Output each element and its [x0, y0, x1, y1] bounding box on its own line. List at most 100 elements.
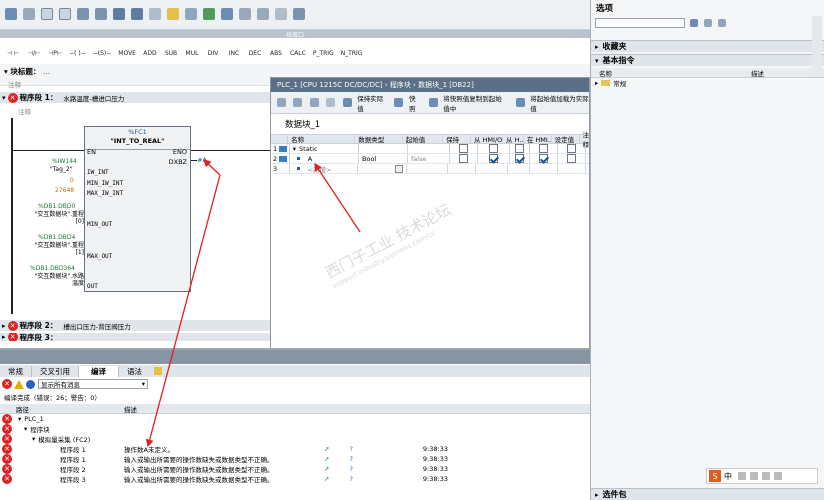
- ladder-btn-15[interactable]: N_TRIG: [339, 45, 365, 61]
- table-row[interactable]: ✕ 程序段 3 输入或输出所需要的操作数缺失或数据类型不正确。 ➚ ? 9:38…: [0, 474, 590, 484]
- operand-0-tag[interactable]: "Tag_2": [50, 166, 73, 173]
- operand-5-tag[interactable]: "交互数据块".水路温度: [32, 273, 84, 287]
- col-retain[interactable]: 保持: [443, 135, 471, 144]
- zoom-icon[interactable]: [184, 6, 200, 22]
- hmi3-checkbox[interactable]: [539, 154, 549, 163]
- ladder-btn-10[interactable]: INC: [225, 45, 243, 61]
- monitor-icon[interactable]: [202, 6, 218, 22]
- table-row[interactable]: 1 ▾ Static: [271, 144, 589, 154]
- goto-arrow-icon[interactable]: ➚: [324, 475, 329, 483]
- help-icon[interactable]: ?: [349, 475, 352, 483]
- tab-syntax[interactable]: 语法: [119, 366, 150, 377]
- delete-network-icon[interactable]: [22, 6, 38, 22]
- network3-header[interactable]: ▸ ✕ 程序段 3：: [0, 333, 270, 341]
- help-icon[interactable]: ?: [349, 445, 352, 453]
- filter-icon[interactable]: [717, 15, 729, 31]
- ladder-btn-12[interactable]: ABS: [267, 45, 285, 61]
- insert-row-icon[interactable]: [40, 6, 56, 22]
- load-start-button[interactable]: 将起始值加载为实际值: [530, 93, 589, 113]
- tree-row[interactable]: ✕ ▾ 模拟量采集 (FC2): [0, 434, 590, 444]
- hmi1-checkbox[interactable]: [488, 154, 498, 163]
- table-row[interactable]: 2 A Bool false: [271, 154, 589, 164]
- add-new-row[interactable]: <新增>: [308, 164, 332, 174]
- ladder-btn-7[interactable]: SUB: [162, 45, 180, 61]
- tab-cross-ref[interactable]: 交叉引用: [32, 365, 79, 377]
- ime-tool-icon[interactable]: [738, 472, 746, 480]
- collapse-arrow-icon[interactable]: ▸: [595, 79, 598, 87]
- ladder-btn-8[interactable]: MUL: [183, 45, 201, 61]
- collapse-arrow-icon[interactable]: ▸: [2, 333, 6, 341]
- type-dropdown-icon[interactable]: [394, 164, 403, 173]
- copy-snapshot-icon[interactable]: [427, 95, 441, 111]
- load-start-icon[interactable]: [514, 95, 528, 111]
- col-comment[interactable]: 注释: [580, 131, 590, 149]
- ime-bar[interactable]: S 中: [706, 468, 818, 484]
- goto-arrow-icon[interactable]: ➚: [324, 445, 329, 453]
- tab-general[interactable]: 常规: [0, 365, 32, 377]
- tree-row[interactable]: ✕ ▾ 程序块: [0, 424, 590, 434]
- next-error-icon[interactable]: [256, 6, 272, 22]
- db-tool-icon[interactable]: [275, 95, 289, 111]
- col-desc[interactable]: 描述: [749, 68, 764, 78]
- ladder-btn-5[interactable]: MOVE: [116, 45, 138, 61]
- row-name[interactable]: A: [308, 155, 312, 163]
- db-tool-icon[interactable]: [291, 95, 305, 111]
- filter-select[interactable]: 显示所有消息 ▾: [38, 379, 148, 389]
- absolute-icon[interactable]: [148, 6, 164, 22]
- help-icon[interactable]: ?: [349, 455, 352, 463]
- expand-arrow-icon[interactable]: ▾: [293, 145, 296, 153]
- operand-2[interactable]: 27648: [55, 187, 74, 194]
- operand-3-tag[interactable]: "交互数据块".重程[0]: [32, 211, 84, 225]
- search-icon[interactable]: [689, 15, 701, 31]
- retain-checkbox[interactable]: [458, 154, 468, 163]
- operand-1[interactable]: 0: [70, 177, 74, 184]
- ladder-btn-1[interactable]: ⊣/⊢: [25, 45, 43, 61]
- retain-checkbox[interactable]: [458, 144, 468, 153]
- hmi2-checkbox[interactable]: [515, 154, 525, 163]
- tree-row[interactable]: ✕ ▾ PLC_1: [0, 414, 590, 424]
- fb-out-value[interactable]: #A: [197, 156, 207, 164]
- col-hmi3[interactable]: 在 HMI...: [524, 135, 552, 143]
- table-row[interactable]: ✕ 程序段 2 输入或输出所需要的操作数缺失或数据类型不正确。 ➚ ? 9:38…: [0, 464, 590, 474]
- retain-button[interactable]: 保持实际值: [357, 93, 386, 113]
- info-filter-icon[interactable]: [26, 379, 35, 389]
- view-icon[interactable]: [703, 15, 715, 31]
- network2-title[interactable]: 槽出口压力-背压阀压力: [63, 321, 130, 331]
- collapse-arrow-icon[interactable]: ▸: [2, 322, 6, 330]
- collapse-arrow-icon[interactable]: ▸: [595, 491, 599, 499]
- ladder-btn-11[interactable]: DEC: [246, 45, 264, 61]
- ladder-btn-9[interactable]: DIV: [204, 45, 222, 61]
- setpoint-checkbox[interactable]: [567, 154, 577, 163]
- prev-error-icon[interactable]: [238, 6, 254, 22]
- col-name[interactable]: 名称: [288, 135, 356, 144]
- table-row[interactable]: ✕ 程序段 1 操作数A未定义。 ➚ ? 9:38:33: [0, 444, 590, 454]
- col-type[interactable]: 数据类型: [355, 135, 403, 144]
- ladder-btn-3[interactable]: −( )−: [67, 45, 88, 61]
- favorites-icon[interactable]: [166, 6, 182, 22]
- insert-network-icon[interactable]: [4, 6, 20, 22]
- collapse-icon[interactable]: [130, 6, 146, 22]
- operand-4-tag[interactable]: "交互数据块".重程[1]: [32, 242, 84, 256]
- ladder-btn-6[interactable]: ADD: [141, 45, 159, 61]
- append-row-icon[interactable]: [58, 6, 74, 22]
- function-block[interactable]: %FC1 "INT_TO_REAL" EN ENO DXBZ IW_INT MI…: [84, 126, 191, 292]
- snapshot-button[interactable]: 快照: [409, 93, 421, 113]
- ladder-btn-2[interactable]: ⊣P⊢: [46, 45, 64, 61]
- goto-arrow-icon[interactable]: ➚: [324, 455, 329, 463]
- network1-title[interactable]: 水路温度-槽进口压力: [63, 93, 124, 103]
- block-interface-bar[interactable]: 块接口: [0, 30, 590, 39]
- options-search-input[interactable]: [595, 18, 685, 28]
- help-icon[interactable]: ?: [349, 465, 352, 473]
- col-path[interactable]: 路径: [16, 404, 124, 414]
- optional-packages-header[interactable]: ▸ 选件包: [591, 488, 824, 500]
- expand-icon[interactable]: [112, 6, 128, 22]
- favorites-header[interactable]: ▸ 收藏夹: [591, 40, 824, 52]
- glasses-icon[interactable]: [292, 6, 308, 22]
- right-scrollbar[interactable]: [812, 16, 822, 76]
- ladder-btn-0[interactable]: ⊣ ⊢: [4, 45, 22, 61]
- network2-header[interactable]: ▸ ✕ 程序段 2： 槽出口压力-背压阀压力: [0, 320, 270, 331]
- expand-arrow-icon[interactable]: ▾: [595, 57, 599, 65]
- goto-arrow-icon[interactable]: ➚: [324, 465, 329, 473]
- snapshot-icon[interactable]: [393, 95, 407, 111]
- expand-arrow-icon[interactable]: ▾: [2, 94, 6, 102]
